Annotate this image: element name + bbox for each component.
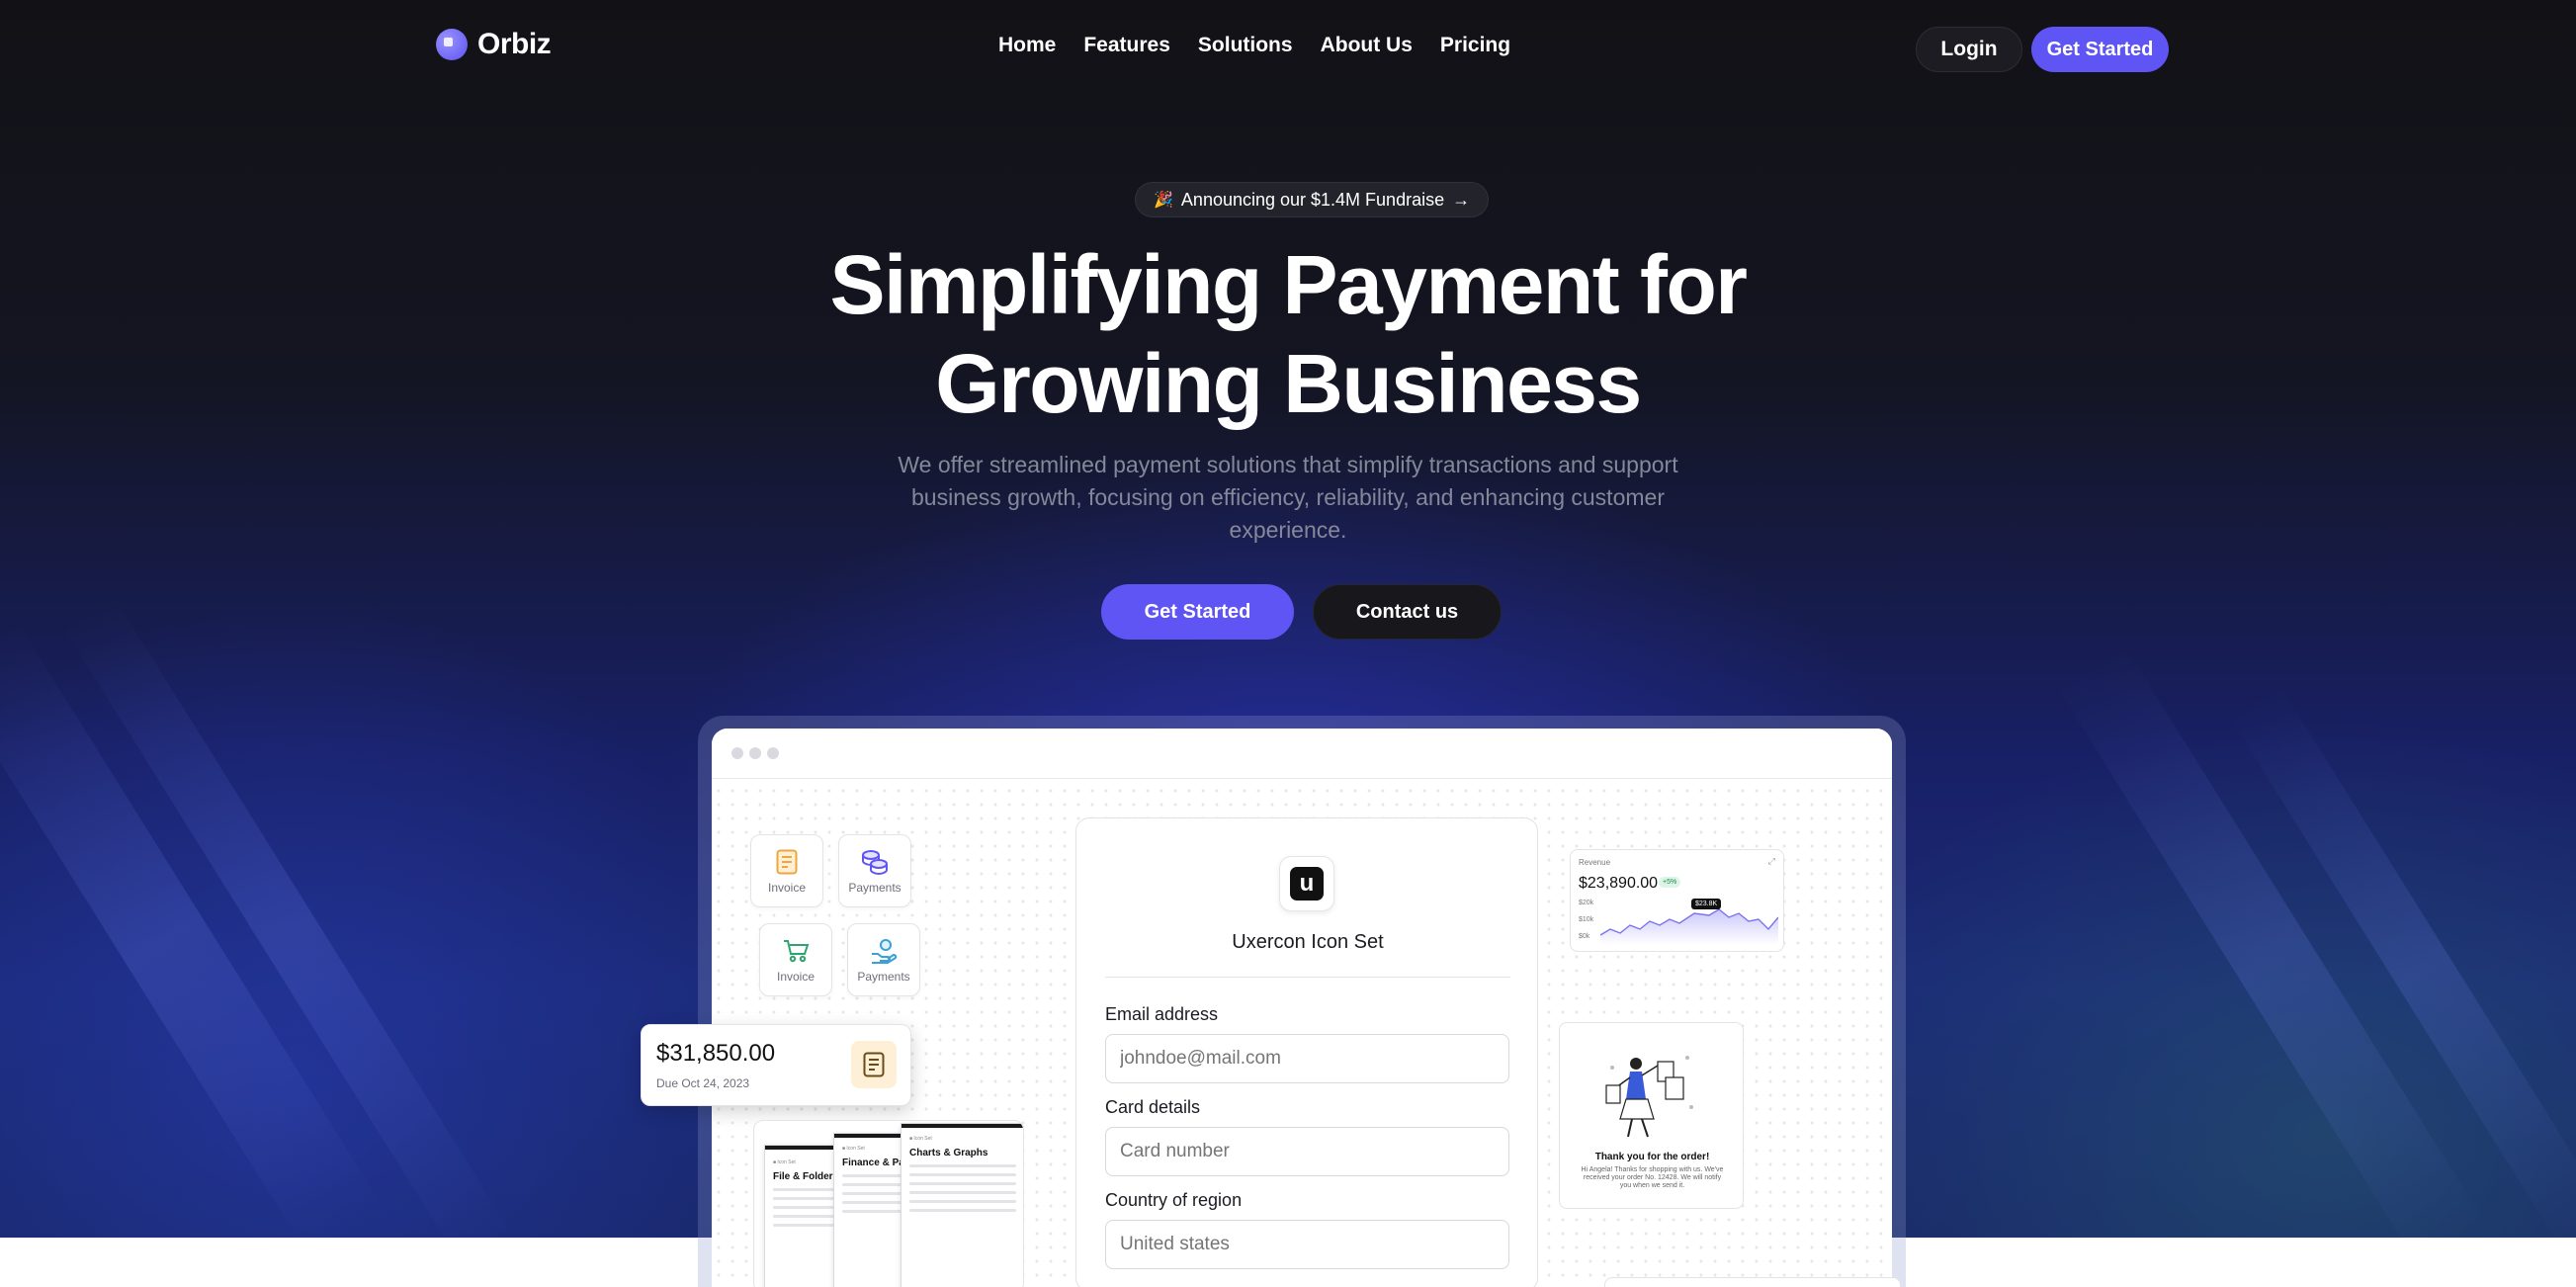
hero-subtitle: We offer streamlined payment solutions t… (898, 452, 1678, 543)
chart-tooltip: $23.8K (1691, 899, 1722, 909)
tile-label: Invoice (767, 881, 807, 895)
card-details-label: Card details (1105, 1097, 1201, 1117)
hero-title-line-2: Growing Business (935, 337, 1642, 430)
doc-title: Charts & Graphs (909, 1148, 988, 1158)
brand-name: Orbiz (477, 28, 552, 60)
shopping-illustration (1605, 1056, 1693, 1138)
nav-menu: Home Features Solutions About Us Pricing (998, 34, 1510, 57)
window-titlebar (712, 729, 1892, 779)
order-message: Hi Angela! Thanks for shopping with us. … (1581, 1166, 1724, 1189)
card-number-field[interactable] (1105, 1127, 1509, 1176)
revenue-change-badge: +5% (1659, 877, 1681, 888)
tile-label: Payments (848, 881, 902, 895)
partial-card (1604, 1277, 1901, 1287)
contact-us-button[interactable]: Contact us (1313, 584, 1502, 640)
y-tick: $10k (1579, 916, 1594, 923)
window-dot (767, 747, 779, 759)
country-label: Country of region (1105, 1190, 1243, 1210)
revenue-value: $23,890.00 (1579, 875, 1659, 892)
email-label: Email address (1105, 1004, 1219, 1024)
divider (1105, 977, 1510, 978)
y-tick: $20k (1579, 900, 1594, 906)
cart-icon (784, 940, 810, 963)
tile-payments[interactable]: Payments (838, 834, 911, 907)
email-field[interactable] (1105, 1034, 1509, 1083)
form-title: Uxercon Icon Set (1232, 931, 1384, 953)
announcement-text: Announcing our $1.4M Fundraise (1180, 189, 1445, 210)
nav-item-pricing[interactable]: Pricing (1440, 34, 1510, 57)
orbiz-logo-icon (436, 29, 468, 60)
revenue-sparkline (1600, 908, 1778, 945)
invoice-due-date: Due Oct 24, 2023 (656, 1076, 750, 1090)
y-tick: $0k (1579, 933, 1590, 940)
revenue-widget: Revenue ⤢ $23,890.00 +5% $20k $10k $0k $… (1570, 849, 1784, 952)
doc-card: ■ Icon Set Charts & Graphs (901, 1123, 1023, 1287)
top-navigation: Orbiz Home Features Solutions About Us P… (0, 0, 2576, 95)
arrow-right-icon: → (1452, 189, 1471, 210)
party-popper-icon: 🎉 (1154, 192, 1173, 209)
brand-logo[interactable]: Orbiz (436, 28, 552, 61)
documents-preview: ■ Icon Set File & Folder ■ Icon Set Fina… (753, 1120, 1024, 1287)
tile-invoice[interactable]: Invoice (750, 834, 823, 907)
uxercon-logo-icon: u (1279, 856, 1334, 911)
nav-item-about-us[interactable]: About Us (1321, 34, 1413, 57)
invoice-icon (851, 1041, 897, 1088)
nav-get-started-button[interactable]: Get Started (2031, 27, 2169, 72)
tile-label: Invoice (776, 970, 816, 984)
nav-item-features[interactable]: Features (1083, 34, 1170, 57)
invoice-card: $31,850.00 Due Oct 24, 2023 (641, 1024, 911, 1106)
announcement-pill[interactable]: 🎉 Announcing our $1.4M Fundraise → (1135, 182, 1490, 217)
coins-icon (862, 850, 888, 875)
get-started-button[interactable]: Get Started (1101, 584, 1294, 640)
window-dot (731, 747, 743, 759)
logo-letter: u (1290, 867, 1324, 901)
hero-title-line-1: Simplifying Payment for (829, 238, 1749, 331)
order-title: Thank you for the order! (1594, 1152, 1710, 1162)
hero-title: Simplifying Payment for Growing Business (0, 235, 2576, 433)
nav-item-solutions[interactable]: Solutions (1198, 34, 1293, 57)
window-dot (749, 747, 761, 759)
invoice-amount: $31,850.00 (656, 1040, 776, 1067)
invoice-icon (776, 849, 798, 875)
tile-invoice-cart[interactable]: Invoice (759, 923, 832, 996)
order-confirmation-card: Thank you for the order! Hi Angela! Than… (1559, 1022, 1744, 1209)
hand-coin-icon (872, 939, 898, 964)
country-field[interactable] (1105, 1220, 1509, 1269)
revenue-label: Revenue (1579, 858, 1611, 867)
tile-label: Payments (857, 970, 910, 984)
tile-payments-hand[interactable]: Payments (847, 923, 920, 996)
login-button[interactable]: Login (1916, 27, 2022, 72)
expand-icon[interactable]: ⤢ (1768, 856, 1775, 867)
nav-item-home[interactable]: Home (998, 34, 1056, 57)
payment-form-card: u Uxercon Icon Set Email address Card de… (1075, 817, 1538, 1287)
